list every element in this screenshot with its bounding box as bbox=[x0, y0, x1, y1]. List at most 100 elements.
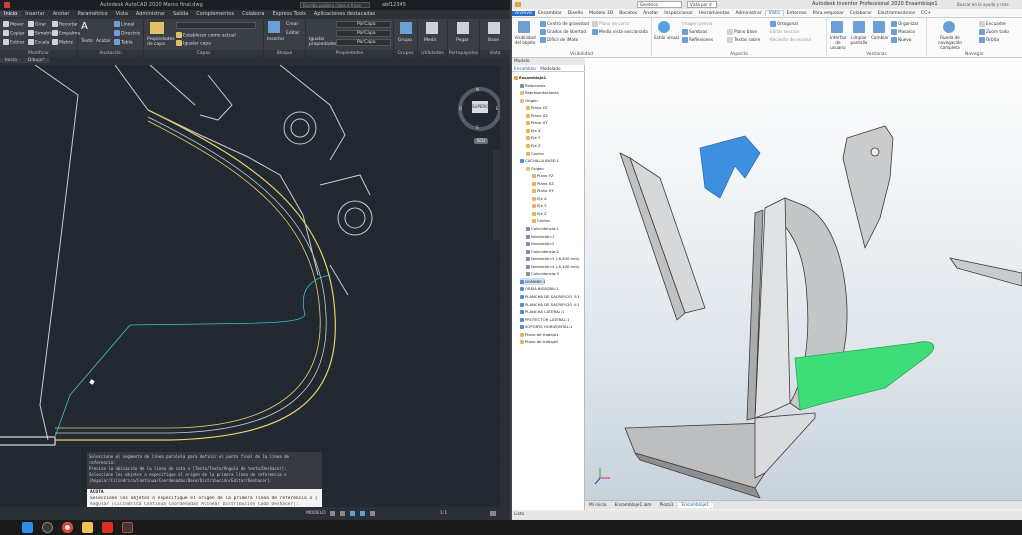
browser-item[interactable]: Eje X bbox=[532, 195, 547, 202]
doc-tab-pieza1[interactable]: Pieza1 bbox=[656, 503, 678, 508]
empalme-button[interactable]: Empalme bbox=[52, 30, 80, 37]
browser-item[interactable]: Relaciones bbox=[520, 82, 545, 89]
rueda-navegacion-button[interactable]: Rueda de navegación completa bbox=[929, 35, 971, 50]
browser-item[interactable]: Eje Y bbox=[532, 202, 546, 209]
recortar-button[interactable]: Recortar bbox=[52, 21, 78, 28]
tab-bocetos[interactable]: Bocetos bbox=[616, 11, 640, 16]
browser-item[interactable]: CUCHILLA BASE:1 bbox=[520, 157, 559, 164]
inventor-icon[interactable] bbox=[122, 522, 133, 533]
interfaz-usuario-button[interactable]: Interfaz de usuario bbox=[828, 35, 848, 50]
tab-anotar[interactable]: Anotar bbox=[640, 11, 661, 16]
panel-grupos-title[interactable]: Grupos bbox=[394, 50, 417, 57]
browser-item[interactable]: Plano XY bbox=[532, 187, 554, 194]
tab-colaborar[interactable]: Colaborar bbox=[847, 11, 875, 16]
browser-item[interactable]: Plano YZ bbox=[526, 104, 548, 111]
tab-administrar[interactable]: Administrar bbox=[132, 11, 169, 17]
browser-item[interactable]: Plano YZ bbox=[532, 172, 554, 179]
grupo-button[interactable]: Grupo bbox=[398, 38, 412, 43]
centro-gravedad-button[interactable]: Centro de gravedad bbox=[540, 21, 589, 27]
panel-portapapeles-title[interactable]: Portapapeles bbox=[448, 50, 479, 57]
viewcube-west[interactable]: O bbox=[459, 106, 462, 111]
tab-cc[interactable]: CC+ bbox=[918, 11, 934, 16]
autocad-search-input[interactable]: Escriba palabra clave o frase bbox=[300, 2, 370, 8]
estilo-visual-button[interactable]: Estilo visual bbox=[654, 35, 679, 40]
osnap-toggle-icon[interactable] bbox=[370, 511, 375, 516]
browser-item[interactable]: PLANCHA DE SACRIFICIO 3:1 bbox=[520, 293, 580, 300]
tab-herramientas[interactable]: Herramientas bbox=[696, 11, 733, 16]
chrome-icon[interactable] bbox=[62, 522, 73, 533]
windows-icon[interactable] bbox=[22, 522, 33, 533]
browser-item[interactable]: Eje Z bbox=[526, 142, 541, 149]
ortogonal-button[interactable]: Ortogonal bbox=[770, 21, 798, 27]
appearance-select[interactable]: Genérico bbox=[637, 1, 682, 8]
tab-entornos[interactable]: Entornos bbox=[784, 11, 810, 16]
linetype-dropdown[interactable]: PorCapa bbox=[336, 39, 391, 46]
organizar-button[interactable]: Organizar bbox=[891, 21, 918, 27]
inventor-search-input[interactable]: Buscar en la ayuda y más bbox=[957, 1, 1017, 8]
doc-tab-dibujo[interactable]: Dibujo* bbox=[22, 58, 50, 63]
viewcube-east[interactable]: E bbox=[496, 106, 499, 111]
panel-capas-title[interactable]: Capas bbox=[144, 50, 263, 57]
imate-button[interactable]: Difícil de iMate bbox=[540, 37, 578, 43]
panel-bloque-title[interactable]: Bloque bbox=[264, 50, 305, 57]
establecer-actual-button[interactable]: Establecer como actual bbox=[176, 32, 236, 39]
ortho-toggle-icon[interactable] bbox=[350, 511, 355, 516]
tab-express-tools[interactable]: Express Tools bbox=[268, 11, 309, 17]
browser-item[interactable]: Eje Y bbox=[526, 134, 540, 141]
viewcube-top-face[interactable]: SUPERIOR bbox=[472, 101, 492, 113]
navigation-bar[interactable] bbox=[493, 150, 500, 240]
panel-ventanas-title[interactable]: Ventanas bbox=[827, 51, 926, 58]
tab-inspeccionar[interactable]: Inspeccionar bbox=[661, 11, 696, 16]
viewcube-north[interactable]: N bbox=[476, 87, 479, 92]
escena-button[interactable]: Reciente de escena bbox=[770, 37, 811, 42]
browser-item[interactable]: Nivelación:3 (-6,500 mm) bbox=[526, 255, 579, 262]
panel-aspecto-title[interactable]: Aspecto bbox=[652, 51, 826, 58]
visibilidad-objeto-button[interactable]: Visibilidad del objeto bbox=[514, 35, 536, 45]
color-dropdown[interactable]: PorCapa bbox=[336, 21, 391, 28]
browser-item[interactable]: Plano XZ bbox=[526, 112, 548, 119]
browser-item[interactable]: PROTECTOR LATERAL:1 bbox=[520, 316, 570, 323]
insertar-button[interactable]: Insertar bbox=[267, 37, 285, 42]
tab-modelo-3d[interactable]: Modelo 3D bbox=[586, 11, 616, 16]
doc-tab-mi-inicio[interactable]: Mi inicio bbox=[585, 503, 611, 508]
tab-vista[interactable]: Vista bbox=[112, 11, 132, 17]
layer-dropdown[interactable] bbox=[176, 22, 256, 29]
tab-inicio[interactable]: Inicio bbox=[0, 11, 22, 17]
igualar-capa-button[interactable]: Igualar capa bbox=[176, 40, 211, 47]
lineweight-dropdown[interactable]: PorCapa bbox=[336, 30, 391, 37]
imagen-previa-button[interactable]: Imagen previa bbox=[682, 21, 712, 26]
browser-item[interactable]: NOMBRE:1 bbox=[520, 277, 546, 285]
grid-toggle-icon[interactable] bbox=[330, 511, 335, 516]
propiedades-capa-button[interactable]: Propiedades de capa bbox=[147, 37, 175, 47]
plano-base-button[interactable]: Plano base bbox=[727, 29, 757, 35]
browser-item[interactable]: Centro bbox=[532, 217, 550, 224]
encuadre-button[interactable]: Encuadre bbox=[979, 21, 1006, 27]
search-icon[interactable] bbox=[42, 522, 53, 533]
browser-item[interactable]: Coincidencia:1 bbox=[526, 225, 559, 232]
tab-electromecanico[interactable]: Electromecánico bbox=[875, 11, 918, 16]
limpiar-pantalla-button[interactable]: Limpiar pantalla bbox=[849, 35, 869, 45]
tab-colabora[interactable]: Colabora bbox=[238, 11, 268, 17]
lineal-button[interactable]: Lineal bbox=[114, 21, 134, 28]
viewcube-south[interactable]: S bbox=[476, 125, 479, 130]
tab-anotar[interactable]: Anotar bbox=[49, 11, 74, 17]
directriz-button[interactable]: Directriz bbox=[114, 30, 140, 37]
browser-item[interactable]: Representaciones bbox=[520, 89, 559, 96]
tab-archivo[interactable]: Archivo bbox=[512, 11, 535, 16]
file-explorer-icon[interactable] bbox=[82, 522, 93, 533]
inventor-3d-viewport[interactable] bbox=[585, 58, 1022, 500]
doc-tab-inicio[interactable]: Inicio bbox=[0, 58, 22, 63]
medir-button[interactable]: Medir bbox=[424, 38, 437, 43]
igualar-propiedades-button[interactable]: Igualar propiedades bbox=[309, 37, 337, 47]
annotation-scale[interactable]: 1:1 bbox=[440, 507, 447, 520]
tab-salida[interactable]: Salida bbox=[169, 11, 192, 17]
tab-para-empezar[interactable]: Para empezar bbox=[810, 11, 847, 16]
panel-visibilidad-title[interactable]: Visibilidad bbox=[512, 51, 651, 58]
panel-navegar-title[interactable]: Navegar bbox=[927, 51, 1022, 58]
browser-item[interactable]: Coincidencia:3 bbox=[526, 270, 559, 277]
browser-item[interactable]: Plano de trabajo1 bbox=[520, 331, 558, 338]
autocad-drawing-area[interactable] bbox=[0, 64, 500, 507]
browser-item[interactable]: Plano de trabajo2 bbox=[520, 338, 558, 345]
tab-insertar[interactable]: Insertar bbox=[21, 11, 48, 17]
tab-ensamblar[interactable]: Ensamblar bbox=[535, 11, 565, 16]
